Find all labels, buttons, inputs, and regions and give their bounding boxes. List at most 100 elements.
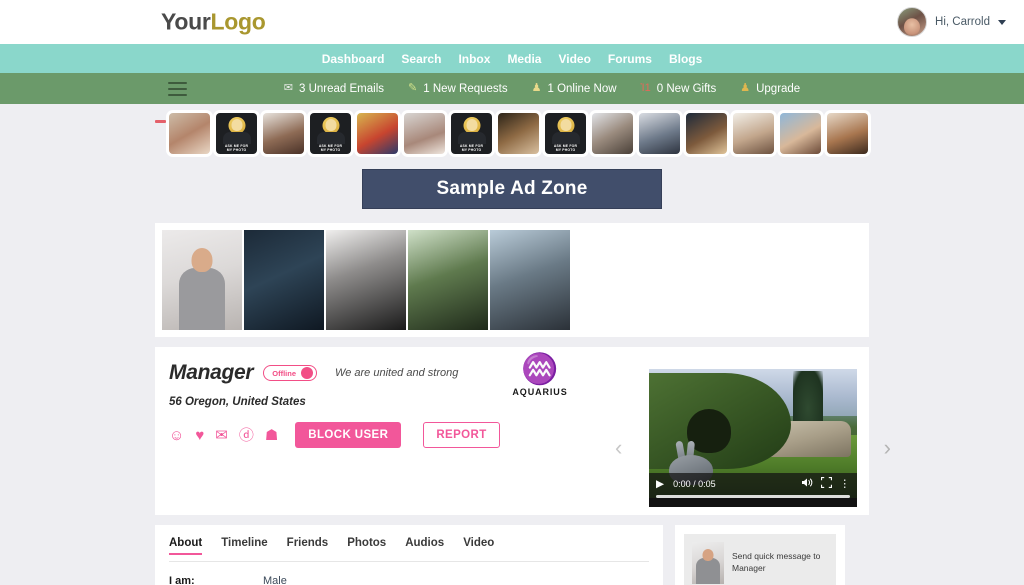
profile-photo-1[interactable] — [162, 230, 242, 330]
carousel-prev-icon[interactable]: ‹ — [615, 437, 622, 459]
status-badge-label: Offline — [272, 368, 297, 378]
report-button[interactable]: REPORT — [423, 422, 500, 448]
zodiac-sign: ♒ AQUARIUS — [495, 354, 585, 397]
profile-photo-4[interactable] — [408, 230, 488, 330]
member-avatar-4[interactable]: ASK ME FOR MY PHOTO — [310, 113, 351, 154]
about-row-value: Male — [263, 575, 287, 585]
kebab-menu-icon[interactable]: ⋮ — [840, 479, 851, 490]
page-body: ASK ME FOR MY PHOTO ASK ME FOR MY PHOTO ASK … — [0, 104, 1024, 585]
placeholder-line: MY PHOTO — [320, 148, 341, 153]
carousel-next-icon[interactable]: › — [884, 437, 891, 459]
tab-friends[interactable]: Friends — [287, 537, 329, 554]
member-avatar-12[interactable] — [686, 113, 727, 154]
placeholder-line: ASK ME FOR — [553, 143, 578, 148]
placeholder-text: ASK ME FOR MY PHOTO — [451, 144, 492, 153]
hamburger-line — [168, 93, 187, 96]
hamburger-icon[interactable] — [168, 81, 187, 96]
volume-icon[interactable] — [801, 477, 813, 491]
quick-message-widget[interactable]: Send quick message to Manager — [684, 534, 836, 585]
tab-photos[interactable]: Photos — [347, 537, 386, 554]
heart-icon[interactable]: ♥ — [195, 428, 204, 443]
nav-item-forums[interactable]: Forums — [608, 52, 652, 66]
nav-item-dashboard[interactable]: Dashboard — [322, 52, 385, 66]
quick-message-card: Send quick message to Manager — [675, 525, 845, 585]
placeholder-text: ASK ME FOR MY PHOTO — [216, 144, 257, 153]
tab-about[interactable]: About — [169, 537, 203, 555]
member-avatar-10[interactable] — [592, 113, 633, 154]
member-avatar-6[interactable] — [404, 113, 445, 154]
envelope-icon[interactable]: ✉ — [215, 428, 228, 443]
nav-list: Dashboard Search Inbox Media Video Forums Blog… — [322, 52, 703, 66]
member-avatar-8[interactable] — [498, 113, 539, 154]
tab-video[interactable]: Video — [463, 537, 494, 554]
about-row: I am: Male — [169, 575, 649, 585]
nav-item-inbox[interactable]: Inbox — [458, 52, 490, 66]
photo-body — [179, 268, 225, 330]
member-avatar-11[interactable] — [639, 113, 680, 154]
member-avatar-5[interactable] — [357, 113, 398, 154]
profile-tabs: About Timeline Friends Photos Audios Video — [169, 537, 649, 562]
action-item-envelope[interactable]: ✉ 3 Unread Emails — [284, 83, 384, 95]
member-avatar-9[interactable]: ASK ME FOR MY PHOTO — [545, 113, 586, 154]
profile-photo-5[interactable] — [490, 230, 570, 330]
gift-icon[interactable]: ☗ — [265, 428, 278, 443]
nav-item-search[interactable]: Search — [401, 52, 441, 66]
action-bar-items: ✉ 3 Unread Emails ✎ 1 New Requests ♟ 1 Online… — [224, 83, 800, 95]
action-item-gift[interactable]: Ἰ1 0 New Gifts — [641, 83, 717, 95]
thumb-body — [696, 557, 720, 584]
video-player[interactable]: ▶ 0:00 / 0:05 ⋮ — [649, 369, 857, 507]
user-greeting: Hi, Carrold — [935, 16, 990, 28]
status-toggle-dot[interactable] — [301, 367, 314, 379]
placeholder-face-icon — [466, 119, 477, 131]
nav-item-media[interactable]: Media — [507, 52, 541, 66]
video-controls-footer — [649, 498, 857, 507]
gift-icon: Ἰ1 — [640, 82, 651, 94]
nav-item-video[interactable]: Video — [558, 52, 590, 66]
action-item-label: 1 Online Now — [547, 82, 617, 95]
prev-arrow-icon[interactable] — [155, 120, 166, 123]
avatar[interactable] — [897, 7, 928, 37]
photo-head — [191, 248, 213, 272]
member-avatar-3[interactable] — [263, 113, 304, 154]
action-item-label: Upgrade — [756, 82, 801, 95]
member-avatar-15[interactable] — [827, 113, 868, 154]
member-thumbnail — [692, 541, 724, 584]
user-menu[interactable]: Hi, Carrold — [897, 7, 1006, 37]
nav-item-blogs[interactable]: Blogs — [669, 52, 702, 66]
thumb-head — [702, 548, 714, 561]
member-avatar-13[interactable] — [733, 113, 774, 154]
member-avatar-7[interactable]: ASK ME FOR MY PHOTO — [451, 113, 492, 154]
member-avatar-1[interactable] — [169, 113, 210, 154]
photo-gallery — [162, 230, 570, 330]
main-navigation: Dashboard Search Inbox Media Video Forums Blog… — [0, 44, 1024, 73]
member-avatar-14[interactable] — [780, 113, 821, 154]
user-circle-icon[interactable]: ⓓ — [239, 428, 254, 443]
play-icon[interactable]: ▶ — [656, 479, 664, 490]
placeholder-line: MY PHOTO — [555, 148, 576, 153]
smiley-icon[interactable]: ☺ — [169, 428, 184, 443]
action-item-upgrade[interactable]: ♟ Upgrade — [740, 83, 800, 95]
tab-timeline[interactable]: Timeline — [221, 537, 267, 554]
photo-gallery-card — [155, 223, 869, 337]
site-logo[interactable]: YourLogo — [161, 9, 266, 36]
profile-photo-3[interactable] — [326, 230, 406, 330]
fullscreen-icon[interactable] — [820, 477, 832, 491]
placeholder-line: ASK ME FOR — [224, 143, 249, 148]
profile-tagline: We are united and strong — [335, 367, 459, 379]
placeholder-face-icon — [231, 119, 242, 131]
block-user-button[interactable]: BLOCK USER — [295, 422, 402, 448]
action-item-person[interactable]: ♟ 1 Online Now — [532, 83, 617, 95]
hamburger-line — [168, 81, 187, 84]
member-strip-list: ASK ME FOR MY PHOTO ASK ME FOR MY PHOTO ASK … — [155, 113, 869, 154]
status-badge[interactable]: Offline — [263, 365, 318, 381]
page-title: Manager — [169, 361, 254, 384]
tab-audios[interactable]: Audios — [405, 537, 444, 554]
profile-photo-2[interactable] — [244, 230, 324, 330]
ad-banner[interactable]: Sample Ad Zone — [362, 169, 662, 209]
member-avatar-2[interactable]: ASK ME FOR MY PHOTO — [216, 113, 257, 154]
video-controls: ▶ 0:00 / 0:05 ⋮ — [649, 473, 857, 507]
chevron-down-icon[interactable] — [998, 19, 1006, 25]
action-item-handshake[interactable]: ✎ 1 New Requests — [408, 83, 508, 95]
placeholder-line: ASK ME FOR — [459, 143, 484, 148]
about-row-label: I am: — [169, 575, 195, 585]
